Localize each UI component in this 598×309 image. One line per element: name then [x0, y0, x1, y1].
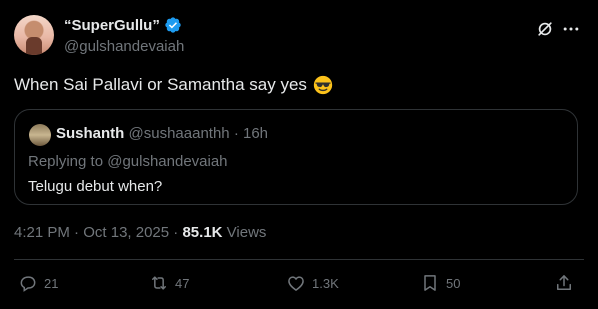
reply-count: 21 — [44, 275, 59, 291]
bookmark-count: 50 — [446, 275, 461, 291]
author-handle[interactable]: @gulshandevaiah — [64, 38, 184, 55]
meta-separator: · — [74, 224, 80, 241]
repost-icon — [152, 276, 166, 290]
author-name-row: “SuperGullu” — [64, 16, 182, 34]
quoted-separator: · — [233, 125, 239, 142]
smiling-face-with-sunglasses-icon — [313, 75, 333, 95]
grok-icon[interactable] — [535, 19, 555, 39]
author-display-name[interactable]: “SuperGullu” — [64, 17, 160, 34]
quoted-tweet[interactable]: Sushanth @sushaaanthh · 16h Replying to … — [14, 109, 578, 205]
quoted-tweet-header: Sushanth @sushaaanthh · 16h — [56, 125, 268, 142]
quoted-age[interactable]: 16h — [243, 125, 268, 142]
verified-badge-icon — [165, 17, 181, 33]
repost-button[interactable]: 47 — [149, 273, 189, 293]
action-bar: 21 47 1.3K 50 — [14, 273, 584, 295]
tweet-date[interactable]: Oct 13, 2025 — [83, 224, 169, 241]
tweet: “SuperGullu” @gulshandevaiah When Sai Pa… — [0, 0, 598, 309]
quoted-author-avatar[interactable] — [29, 124, 51, 146]
author-avatar[interactable] — [14, 15, 54, 55]
quoted-tweet-text: Telugu debut when? — [28, 178, 163, 195]
share-button[interactable] — [554, 273, 574, 293]
divider — [14, 259, 584, 260]
repost-count: 47 — [175, 275, 190, 291]
like-icon — [288, 276, 304, 291]
like-count: 1.3K — [312, 275, 339, 291]
bookmark-button[interactable]: 50 — [420, 273, 460, 293]
meta-separator: · — [173, 224, 179, 241]
views-count: 85.1K — [182, 224, 223, 241]
tweet-text-content: When Sai Pallavi or Samantha say yes — [14, 75, 307, 94]
tweet-meta: 4:21 PM · Oct 13, 2025 · 85.1K Views — [14, 224, 266, 241]
quoted-replying-to: Replying to @gulshandevaiah — [28, 153, 228, 170]
more-icon[interactable] — [561, 19, 581, 39]
reply-icon — [20, 276, 36, 292]
bookmark-icon — [424, 275, 436, 291]
reply-button[interactable]: 21 — [18, 273, 58, 293]
share-icon — [557, 275, 571, 290]
tweet-time[interactable]: 4:21 PM — [14, 224, 70, 241]
tweet-text: When Sai Pallavi or Samantha say yes — [14, 75, 333, 95]
views-label: Views — [226, 224, 267, 241]
quoted-author-name[interactable]: Sushanth — [56, 125, 124, 142]
like-button[interactable]: 1.3K — [286, 273, 339, 293]
quoted-author-handle[interactable]: @sushaaanthh — [129, 125, 230, 142]
